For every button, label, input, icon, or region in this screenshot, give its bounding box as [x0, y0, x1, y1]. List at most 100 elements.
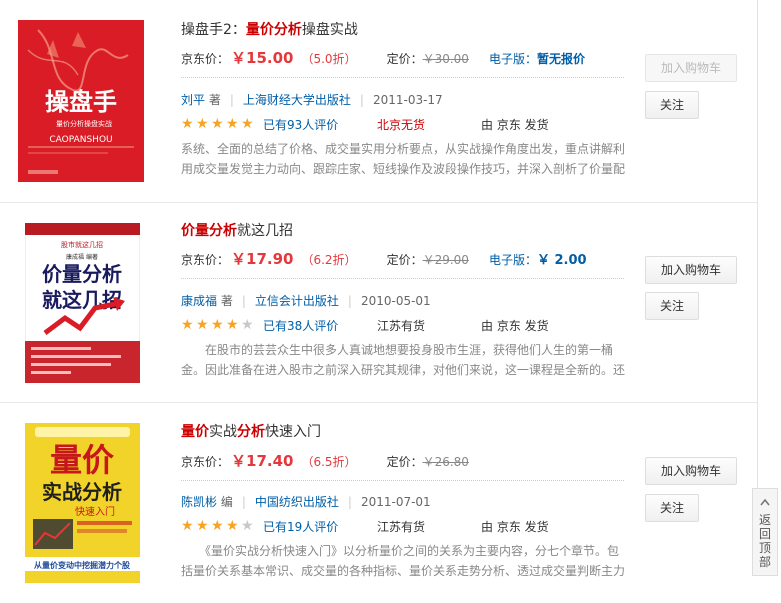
reviews-link[interactable]: 已有93人评价	[263, 116, 338, 133]
star-filled-icon: ★	[196, 317, 209, 333]
back-to-top-button[interactable]: 返 回 顶 部	[752, 488, 778, 576]
orig-price: ￥26.80	[422, 455, 469, 469]
ebook-value[interactable]: 暂无报价	[537, 52, 585, 66]
follow-button[interactable]: 关注	[645, 91, 699, 119]
add-to-cart-button[interactable]: 加入购物车	[645, 457, 737, 485]
svg-text:量价分析操盘实战: 量价分析操盘实战	[56, 119, 112, 128]
dotted-divider	[181, 77, 624, 78]
stock-status: 北京无货	[377, 118, 426, 132]
separator: |	[241, 495, 246, 509]
separator: |	[347, 294, 352, 308]
stock-status: 江苏有货	[377, 319, 426, 333]
title-highlight: 量价分析	[245, 22, 302, 38]
author-link[interactable]: 康成福	[181, 294, 217, 308]
svg-text:快速入门: 快速入门	[75, 505, 115, 518]
book-description: 《量价实战分析快速入门》以分析量价之间的关系为主要内容，分七个章节。包括量价关系…	[181, 544, 626, 578]
label-char: 返	[758, 513, 771, 527]
separator: |	[241, 294, 246, 308]
book-title[interactable]: 量价实战分析快速入门	[181, 421, 321, 441]
title-part: 实战	[209, 424, 237, 440]
rating-stars: ★ ★ ★ ★ ★	[181, 117, 256, 131]
price-value: ￥17.90	[231, 250, 294, 268]
book-cover-1[interactable]: 操盘手 量价分析操盘实战 CAOPANSHOU	[18, 20, 144, 182]
svg-text:操盘手: 操盘手	[45, 88, 117, 116]
book-title[interactable]: 价量分析就这几招	[181, 220, 293, 240]
book-cover-image: 股市就这几招 康成福 编著 价量分析 就这几招	[25, 223, 140, 383]
label-char: 顶	[758, 541, 771, 555]
author-role: 著	[217, 294, 233, 308]
star-empty-icon: ★	[241, 317, 254, 333]
ebook-value[interactable]: ￥ 2.00	[537, 253, 587, 268]
star-filled-icon: ★	[181, 317, 194, 333]
author-link[interactable]: 刘平	[181, 93, 205, 107]
seller-info: 由 京东 发货	[481, 319, 549, 333]
rating-stars: ★ ★ ★ ★ ★	[181, 318, 256, 332]
orig-price-label: 定价：	[386, 253, 423, 267]
star-filled-icon: ★	[211, 518, 224, 534]
back-to-top-label: 返 回 顶 部	[753, 513, 777, 569]
star-filled-icon: ★	[181, 518, 194, 534]
price-label: 京东价：	[181, 253, 230, 267]
rating-row: ★ ★ ★ ★ ★ 已有38人评价 江苏有货 由 京东 发货	[181, 317, 624, 335]
seller-info: 由 京东 发货	[481, 520, 549, 534]
price-label: 京东价：	[181, 455, 230, 469]
follow-button[interactable]: 关注	[645, 494, 699, 522]
discount: （6.5折）	[301, 455, 357, 469]
author-role: 编	[217, 495, 233, 509]
book-cover-3[interactable]: 量价 实战分析 快速入门 从量价变动中挖掘潜力个股	[25, 423, 140, 583]
book-cover-image: 操盘手 量价分析操盘实战 CAOPANSHOU	[18, 20, 144, 182]
title-highlight: 分析	[237, 424, 265, 440]
star-filled-icon: ★	[226, 116, 239, 132]
star-filled-icon: ★	[211, 116, 224, 132]
add-to-cart-button[interactable]: 加入购物车	[645, 54, 737, 82]
star-filled-icon: ★	[196, 116, 209, 132]
rating-row: ★ ★ ★ ★ ★ 已有19人评价 江苏有货 由 京东 发货	[181, 518, 624, 536]
title-part: 操盘手2：	[181, 22, 246, 38]
orig-price: ￥30.00	[422, 52, 469, 66]
book-cover-2[interactable]: 股市就这几招 康成福 编著 价量分析 就这几招	[25, 223, 140, 383]
publisher-link[interactable]: 上海财经大学出版社	[243, 93, 351, 107]
price-row: 京东价： ￥17.40 （6.5折） 定价：￥26.80	[181, 450, 624, 472]
rating-stars: ★ ★ ★ ★ ★	[181, 519, 256, 533]
svg-text:价量分析: 价量分析	[42, 262, 122, 286]
book-description: 系统、全面的总结了价格、成交量实用分析要点，从实战操作角度出发，重点讲解利用成交…	[181, 142, 626, 176]
star-filled-icon: ★	[226, 317, 239, 333]
price-value: ￥15.00	[231, 49, 294, 67]
price-label: 京东价：	[181, 52, 230, 66]
price-row: 京东价： ￥15.00 （5.0折） 定价：￥30.00 电子版：暂无报价	[181, 47, 624, 69]
publisher-link[interactable]: 中国纺织出版社	[255, 495, 339, 509]
publisher-link[interactable]: 立信会计出版社	[255, 294, 339, 308]
book-title[interactable]: 操盘手2：量价分析操盘实战	[181, 19, 358, 39]
add-to-cart-button[interactable]: 加入购物车	[645, 256, 737, 284]
title-part: 就这几招	[237, 223, 293, 239]
discount: （6.2折）	[301, 253, 357, 267]
author-link[interactable]: 陈凯彬	[181, 495, 217, 509]
svg-text:股市就这几招: 股市就这几招	[61, 240, 103, 249]
stock-status: 江苏有货	[377, 520, 426, 534]
book-item: 股市就这几招 康成福 编著 价量分析 就这几招 价量分析就这几招 京东价： ￥17…	[0, 201, 757, 401]
meta-row: 康成福 著 | 立信会计出版社 | 2010-05-01	[181, 292, 431, 309]
star-filled-icon: ★	[181, 116, 194, 132]
orig-price-label: 定价：	[386, 455, 423, 469]
star-filled-icon: ★	[196, 518, 209, 534]
svg-text:CAOPANSHOU: CAOPANSHOU	[49, 135, 112, 145]
svg-text:从量价变动中挖掘潜力个股: 从量价变动中挖掘潜力个股	[34, 560, 130, 570]
separator: |	[347, 495, 352, 509]
dotted-divider	[181, 278, 624, 279]
orig-price: ￥29.00	[422, 253, 469, 267]
star-filled-icon: ★	[211, 317, 224, 333]
arrow-up-icon	[760, 498, 770, 506]
reviews-link[interactable]: 已有38人评价	[263, 317, 338, 334]
publish-date: 2010-05-01	[360, 294, 431, 308]
follow-button[interactable]: 关注	[645, 292, 699, 320]
ebook-label[interactable]: 电子版：	[489, 52, 537, 66]
reviews-link[interactable]: 已有19人评价	[263, 518, 338, 535]
separator: |	[229, 93, 234, 107]
publish-date: 2011-07-01	[360, 495, 431, 509]
dotted-divider	[181, 480, 624, 481]
book-item: 量价 实战分析 快速入门 从量价变动中挖掘潜力个股 量价实战分析快速入门 京东价…	[0, 403, 757, 603]
ebook-label[interactable]: 电子版：	[489, 253, 537, 267]
orig-price-label: 定价：	[386, 52, 423, 66]
star-filled-icon: ★	[241, 116, 254, 132]
book-description: 在股市的芸芸众生中很多人真诚地想要投身股市生涯，获得他们人生的第一桶金。因此准备…	[181, 343, 626, 377]
